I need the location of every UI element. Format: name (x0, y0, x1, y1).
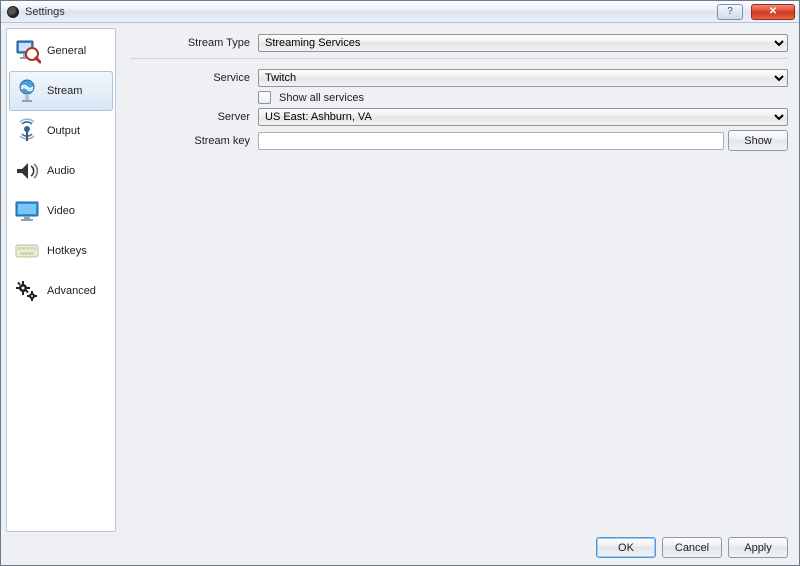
server-select[interactable]: US East: Ashburn, VA (258, 108, 788, 126)
sidebar: General Stream (6, 28, 116, 532)
sidebar-item-audio[interactable]: Audio (9, 151, 113, 191)
audio-icon (13, 157, 41, 185)
help-button[interactable]: ? (717, 4, 743, 20)
row-stream-key: Stream key Show (124, 128, 794, 153)
stream-type-select[interactable]: Streaming Services (258, 34, 788, 52)
dialog-buttons: OK Cancel Apply (6, 537, 794, 560)
cancel-button[interactable]: Cancel (662, 537, 722, 558)
video-icon (13, 197, 41, 225)
sidebar-item-stream[interactable]: Stream (9, 71, 113, 111)
settings-window: Settings ? ✕ (0, 0, 800, 566)
sidebar-item-label: Hotkeys (47, 245, 87, 257)
stream-key-input[interactable] (258, 132, 724, 150)
sidebar-item-label: Output (47, 125, 80, 137)
app-icon (7, 6, 19, 18)
sidebar-item-label: Advanced (47, 285, 96, 297)
output-icon (13, 117, 41, 145)
row-stream-type: Stream Type Streaming Services (124, 32, 794, 54)
advanced-icon (13, 277, 41, 305)
titlebar: Settings ? ✕ (1, 1, 799, 23)
show-all-services-label: Show all services (279, 92, 364, 104)
sidebar-item-hotkeys[interactable]: Hotkeys (9, 231, 113, 271)
show-button[interactable]: Show (728, 130, 788, 151)
ok-button[interactable]: OK (596, 537, 656, 558)
show-all-services-checkbox[interactable] (258, 91, 271, 104)
separator (130, 58, 788, 59)
stream-panel: Stream Type Streaming Services Service T… (124, 28, 794, 532)
stream-icon (13, 77, 41, 105)
row-service: Service Twitch (124, 67, 794, 89)
service-label: Service (124, 72, 254, 84)
apply-button[interactable]: Apply (728, 537, 788, 558)
close-icon: ✕ (769, 6, 777, 17)
sidebar-item-general[interactable]: General (9, 31, 113, 71)
general-icon (13, 37, 41, 65)
server-label: Server (124, 111, 254, 123)
service-select[interactable]: Twitch (258, 69, 788, 87)
stream-type-label: Stream Type (124, 37, 254, 49)
row-server: Server US East: Ashburn, VA (124, 106, 794, 128)
sidebar-item-output[interactable]: Output (9, 111, 113, 151)
stream-key-label: Stream key (124, 135, 254, 147)
sidebar-item-advanced[interactable]: Advanced (9, 271, 113, 311)
close-button[interactable]: ✕ (751, 4, 795, 20)
row-show-all: Show all services (124, 89, 794, 106)
body: General Stream (6, 28, 794, 532)
sidebar-item-label: Audio (47, 165, 75, 177)
hotkeys-icon (13, 237, 41, 265)
sidebar-item-label: Video (47, 205, 75, 217)
help-icon: ? (727, 6, 733, 17)
sidebar-item-label: Stream (47, 85, 82, 97)
window-title: Settings (25, 6, 709, 18)
sidebar-item-label: General (47, 45, 86, 57)
sidebar-item-video[interactable]: Video (9, 191, 113, 231)
client-area: General Stream (1, 23, 799, 565)
